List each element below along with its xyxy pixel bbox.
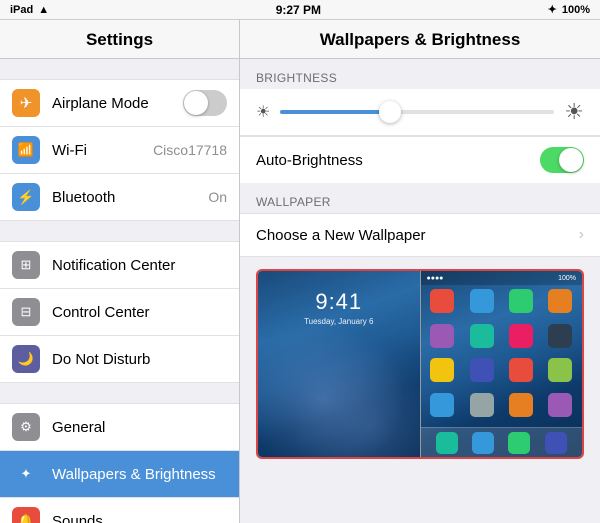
sidebar-item-airplane-mode[interactable]: ✈ Airplane Mode [0,79,239,127]
app-icon-15 [509,393,533,417]
app-icon-4 [548,289,572,313]
wallpaper-preview[interactable]: 9:41 Tuesday, January 6 ●●●● 100% [256,269,584,459]
content-title: Wallpapers & Brightness [240,20,600,59]
main-layout: Settings ✈ Airplane Mode 📶 Wi-Fi Cisco17… [0,20,600,523]
app-icon-11 [509,358,533,382]
home-status-bar: ●●●● 100% [421,271,583,285]
home-status-left: ●●●● [427,275,444,282]
sidebar-item-control[interactable]: ⊟ Control Center [0,289,239,336]
sidebar-item-wifi[interactable]: 📶 Wi-Fi Cisco17718 [0,127,239,174]
status-bar: iPad ▲ 9:27 PM ✦ 100% [0,0,600,20]
control-label: Control Center [52,304,227,321]
brightness-slider-thumb[interactable] [379,101,401,123]
bluetooth-value: On [208,189,227,205]
home-screen-preview[interactable]: ●●●● 100% [420,271,583,457]
sun-large-icon: ☀ [564,99,584,125]
status-left: iPad ▲ [10,4,49,16]
sidebar-group-2: ⊞ Notification Center ⊟ Control Center 🌙… [0,241,239,383]
app-icon-3 [509,289,533,313]
app-icon-1 [430,289,454,313]
app-icon-16 [548,393,572,417]
wifi-label: Wi-Fi [52,142,153,159]
app-icon-8 [548,324,572,348]
dock-icon-4 [545,432,567,454]
battery-label: 100% [562,4,590,16]
app-icon-6 [470,324,494,348]
sidebar-group-1: ✈ Airplane Mode 📶 Wi-Fi Cisco17718 ⚡ Blu… [0,79,239,221]
sun-small-icon: ☀ [256,102,270,122]
sidebar-item-notification[interactable]: ⊞ Notification Center [0,241,239,289]
ipad-label: iPad [10,4,33,16]
dock-icon-3 [508,432,530,454]
auto-brightness-label: Auto-Brightness [256,152,540,169]
home-screen-bg: ●●●● 100% [421,271,583,457]
airplane-icon: ✈ [12,89,40,117]
group-spacer-1 [0,59,239,79]
sidebar: Settings ✈ Airplane Mode 📶 Wi-Fi Cisco17… [0,20,240,523]
app-icon-7 [509,324,533,348]
general-label: General [52,419,227,436]
wallpapers-label: Wallpapers & Brightness [52,466,227,483]
auto-brightness-row: Auto-Brightness [240,136,600,183]
app-icon-5 [430,324,454,348]
notification-label: Notification Center [52,257,227,274]
wallpaper-section-header: WALLPAPER [240,183,600,213]
cloud-layer [258,311,420,457]
bluetooth-status-icon: ✦ [548,3,557,16]
auto-brightness-toggle[interactable] [540,147,584,173]
sounds-label: Sounds [52,513,227,523]
brightness-section-header: BRIGHTNESS [240,59,600,89]
sidebar-item-general[interactable]: ⚙ General [0,403,239,451]
airplane-toggle[interactable] [183,90,227,116]
app-icon-13 [430,393,454,417]
home-dock [421,427,583,457]
bluetooth-icon: ⚡ [12,183,40,211]
content-area: Wallpapers & Brightness BRIGHTNESS ☀ ☀ A… [240,20,600,523]
sidebar-title: Settings [0,20,239,59]
status-right: ✦ 100% [548,3,590,16]
brightness-slider-row[interactable]: ☀ ☀ [240,89,600,136]
lock-screen-bg: 9:41 Tuesday, January 6 [258,271,420,457]
app-grid [421,285,583,427]
wifi-icon-sidebar: 📶 [12,136,40,164]
wifi-value: Cisco17718 [153,142,227,158]
brightness-slider-fill [280,110,390,114]
control-icon: ⊟ [12,298,40,326]
bluetooth-label: Bluetooth [52,189,208,206]
app-icon-9 [430,358,454,382]
sidebar-item-sounds[interactable]: 🔔 Sounds [0,498,239,523]
app-icon-2 [470,289,494,313]
auto-brightness-thumb [559,148,583,172]
sounds-icon: 🔔 [12,507,40,523]
notification-icon: ⊞ [12,251,40,279]
general-icon: ⚙ [12,413,40,441]
status-time: 9:27 PM [276,3,321,17]
group-spacer-2 [0,221,239,241]
sidebar-item-wallpapers[interactable]: ✦ Wallpapers & Brightness [0,451,239,498]
sidebar-item-bluetooth[interactable]: ⚡ Bluetooth On [0,174,239,221]
toggle-thumb [184,91,208,115]
wallpaper-icon: ✦ [12,460,40,488]
lock-screen-preview[interactable]: 9:41 Tuesday, January 6 [258,271,420,457]
choose-wallpaper-label: Choose a New Wallpaper [256,227,579,244]
donotdisturb-icon: 🌙 [12,345,40,373]
donotdisturb-label: Do Not Disturb [52,351,227,368]
app-icon-14 [470,393,494,417]
choose-wallpaper-row[interactable]: Choose a New Wallpaper › [240,213,600,257]
wifi-icon: ▲ [38,4,49,16]
home-status-right: 100% [558,275,576,282]
chevron-right-icon: › [579,226,584,244]
group-spacer-3 [0,383,239,403]
sidebar-group-3: ⚙ General ✦ Wallpapers & Brightness 🔔 So… [0,403,239,523]
dock-icon-1 [436,432,458,454]
brightness-slider-track[interactable] [280,110,554,114]
dock-icon-2 [472,432,494,454]
app-icon-12 [548,358,572,382]
sidebar-item-donotdisturb[interactable]: 🌙 Do Not Disturb [0,336,239,383]
app-icon-10 [470,358,494,382]
airplane-mode-label: Airplane Mode [52,95,183,112]
